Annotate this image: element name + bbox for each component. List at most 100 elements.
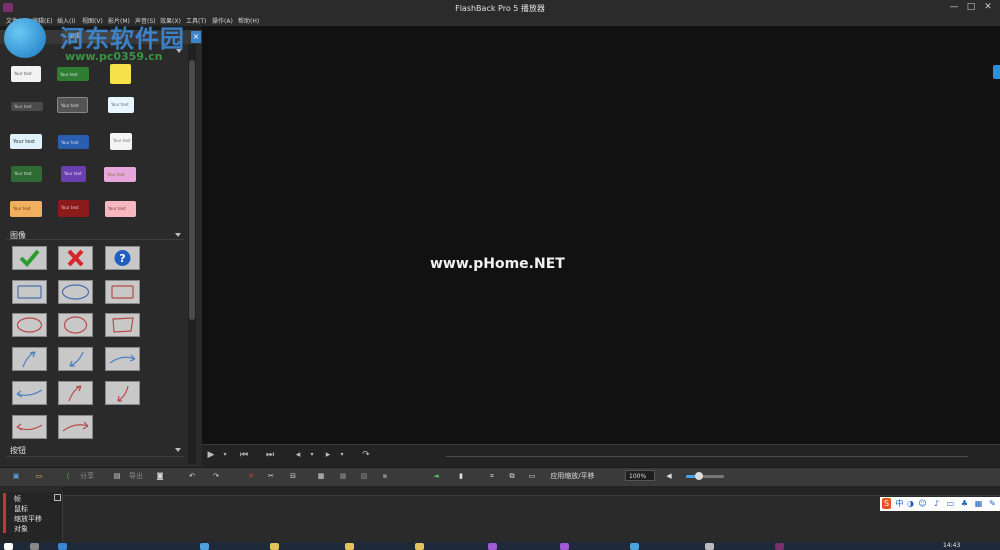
taskbar-app-icon[interactable] xyxy=(560,543,569,550)
lock-icon[interactable] xyxy=(54,494,61,501)
ime-punctuation-icon[interactable]: ◑ xyxy=(906,498,915,509)
callout-maroon-box[interactable]: Your text xyxy=(58,200,89,217)
ime-settings-icon[interactable]: ✎ xyxy=(988,498,997,509)
previous-frame-icon[interactable]: ⏮ xyxy=(238,449,250,461)
zoom-pan-icon[interactable]: ▭ xyxy=(526,470,538,482)
taskbar-app-icon[interactable] xyxy=(345,543,354,550)
step-back-chevron-icon[interactable]: ▾ xyxy=(306,449,318,461)
delete-icon[interactable]: ✕ xyxy=(245,470,257,482)
blue-arrow-up-image[interactable] xyxy=(12,347,47,371)
volume-icon[interactable]: ◀ xyxy=(663,470,675,482)
play-icon[interactable]: ▶ xyxy=(205,449,217,461)
taskbar-app-icon[interactable] xyxy=(270,543,279,550)
open-folder-icon[interactable]: ▭ xyxy=(33,470,45,482)
ime-skin-icon[interactable]: ♣ xyxy=(960,498,969,509)
callout-orange-box[interactable]: Your text xyxy=(10,201,42,217)
crop-icon[interactable]: ⌗ xyxy=(486,470,498,482)
step-forward-icon[interactable]: ▸ xyxy=(322,449,334,461)
red-arrow-right-image[interactable] xyxy=(58,415,93,439)
insert-image-icon[interactable]: ▦ xyxy=(315,470,327,482)
panel-close-icon[interactable]: × xyxy=(191,31,201,43)
taskbar-app-icon[interactable] xyxy=(58,543,67,550)
sound-icon[interactable]: ◄ xyxy=(430,470,442,482)
zoom-level-select[interactable]: 100% xyxy=(625,470,655,481)
cross-image[interactable] xyxy=(58,246,93,270)
maximize-button[interactable]: □ xyxy=(964,2,978,13)
red-circle-image[interactable] xyxy=(58,313,93,337)
track-zoom-pan[interactable]: 缩放平移 xyxy=(14,514,42,524)
export-button[interactable]: 导出 xyxy=(126,470,146,482)
play-options-chevron-icon[interactable]: ▾ xyxy=(219,449,231,461)
red-arrow-up-image[interactable] xyxy=(58,381,93,405)
callout-green-speech[interactable]: Your text xyxy=(11,166,42,182)
export-icon[interactable]: ▤ xyxy=(110,470,124,482)
blue-arrow-right-image[interactable] xyxy=(105,347,140,371)
ime-toolbox-icon[interactable]: ▦ xyxy=(974,498,983,509)
taskbar-app-icon[interactable] xyxy=(488,543,497,550)
blue-rectangle-image[interactable] xyxy=(12,280,47,304)
step-back-icon[interactable]: ◂ xyxy=(292,449,304,461)
blur-icon[interactable]: ▩ xyxy=(337,470,349,482)
undo-icon[interactable]: ↶ xyxy=(186,470,198,482)
track-objects[interactable]: 对象 xyxy=(14,524,28,534)
ime-voice-icon[interactable]: ♪ xyxy=(932,498,941,509)
taskbar-app-icon[interactable] xyxy=(200,543,209,550)
taskbar-flashback-icon[interactable] xyxy=(775,543,784,550)
timeline-ruler[interactable] xyxy=(62,486,1000,496)
split-icon[interactable]: ⊟ xyxy=(287,470,299,482)
question-image[interactable]: ? xyxy=(105,246,140,270)
callout-dark-bar[interactable]: Your text xyxy=(11,102,43,111)
callout-sky-box[interactable]: Your text xyxy=(10,134,42,149)
track-mouse[interactable]: 鼠标 xyxy=(14,504,28,514)
panel-scroll-thumb[interactable] xyxy=(189,60,195,320)
red-skewed-rectangle-image[interactable] xyxy=(105,313,140,337)
callout-yellow-note[interactable] xyxy=(110,64,131,84)
menu-tools[interactable]: 工具(T) xyxy=(186,16,206,25)
red-ellipse-image[interactable] xyxy=(12,313,47,337)
menu-help[interactable]: 帮助(H) xyxy=(238,16,259,25)
apply-zoom-pan-button[interactable]: 应用缩放/平移 xyxy=(545,470,600,482)
video-canvas[interactable] xyxy=(202,26,1000,444)
taskbar-app-icon[interactable] xyxy=(415,543,424,550)
next-frame-icon[interactable]: ⏭ xyxy=(264,449,276,461)
loop-icon[interactable]: ↷ xyxy=(360,449,372,461)
callout-green-box[interactable]: Your text xyxy=(57,67,89,81)
callout-pink-speech[interactable]: Your text xyxy=(104,167,136,182)
ime-mode-chinese[interactable]: 中 xyxy=(895,498,904,509)
track-frames[interactable]: 帧 xyxy=(14,494,21,504)
taskbar-app-icon[interactable] xyxy=(30,543,39,550)
red-rectangle-image[interactable] xyxy=(105,280,140,304)
blue-ellipse-image[interactable] xyxy=(58,280,93,304)
callout-rose-box[interactable]: Your text xyxy=(105,201,136,217)
cut-icon[interactable]: ✂ xyxy=(264,470,278,482)
pan-icon[interactable]: ▪ xyxy=(379,470,391,482)
camera-icon[interactable]: ◙ xyxy=(153,470,167,482)
taskbar-app-icon[interactable] xyxy=(705,543,714,550)
red-arrow-down-image[interactable] xyxy=(105,381,140,405)
taskbar-app-icon[interactable] xyxy=(630,543,639,550)
callout-white-box[interactable]: Your text xyxy=(110,133,132,150)
audio-track-icon[interactable]: ▮ xyxy=(455,470,467,482)
resize-icon[interactable]: ⧉ xyxy=(506,470,518,482)
minimize-button[interactable]: — xyxy=(947,2,961,13)
ime-emoji-icon[interactable]: ☺ xyxy=(918,498,927,509)
menu-actions[interactable]: 操作(A) xyxy=(212,16,233,25)
ime-keyboard-icon[interactable]: ▭ xyxy=(946,498,955,509)
share-button[interactable]: 分享 xyxy=(77,470,97,482)
callout-light-blue[interactable]: Your text xyxy=(108,97,134,113)
ime-logo-icon[interactable]: S xyxy=(882,498,891,509)
callout-white-cloud[interactable]: Your text xyxy=(11,66,41,82)
images-collapse-icon[interactable] xyxy=(175,233,181,237)
checkmark-image[interactable] xyxy=(12,246,47,270)
save-icon[interactable]: ▣ xyxy=(10,470,22,482)
redo-icon[interactable]: ↷ xyxy=(210,470,222,482)
share-icon[interactable]: ⟨ xyxy=(62,470,74,482)
progress-track[interactable] xyxy=(446,456,968,457)
callout-gray-speech[interactable]: Your text xyxy=(57,97,88,113)
side-share-tab[interactable] xyxy=(993,65,1000,79)
buttons-collapse-icon[interactable] xyxy=(175,448,181,452)
highlight-icon[interactable]: ▧ xyxy=(358,470,370,482)
callout-blue-box[interactable]: Your text xyxy=(58,135,89,149)
blue-arrow-left-image[interactable] xyxy=(12,381,47,405)
callout-purple-speech[interactable]: Your text xyxy=(61,166,86,182)
